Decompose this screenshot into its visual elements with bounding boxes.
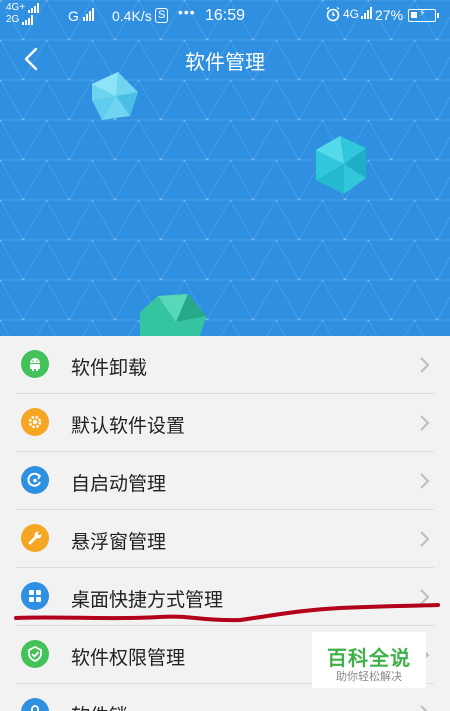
menu-item-floating-window[interactable]: 悬浮窗管理 [0, 510, 450, 568]
chevron-right-icon [420, 415, 430, 431]
network-4g: 4G [343, 7, 373, 21]
menu-item-label: 软件权限管理 [71, 648, 186, 669]
chevron-right-icon [420, 589, 430, 605]
battery-percent: 27% [375, 7, 404, 23]
menu-item-label: 软件锁 [71, 701, 128, 711]
more-dots-icon: ••• [178, 4, 196, 20]
signal-icon [22, 15, 34, 25]
network-indicator: 4G+ 2G [6, 2, 40, 26]
network-g-label: G [68, 8, 79, 24]
chevron-right-icon [420, 473, 430, 489]
shield-icon [21, 640, 49, 668]
menu-item-label: 自启动管理 [71, 474, 167, 495]
chevron-right-icon [420, 357, 430, 373]
grid-icon [21, 582, 49, 610]
menu-item-app-lock[interactable]: 软件锁 [0, 684, 450, 711]
menu-item-default-apps[interactable]: 默认软件设置 [0, 394, 450, 452]
watermark-main: 百科全说 [327, 648, 411, 670]
clock: 16:59 [205, 7, 246, 24]
menu-item-label: 悬浮窗管理 [71, 532, 167, 553]
network-g: G [68, 8, 94, 24]
menu-item-label: 软件卸载 [71, 358, 148, 379]
lock-icon [21, 698, 49, 711]
menu-item-uninstall[interactable]: 软件卸载 [0, 336, 450, 394]
watermark-sub: 助你轻松解决 [336, 671, 402, 683]
signal-icon [361, 7, 373, 19]
android-icon [21, 350, 49, 378]
signal-icon [82, 8, 94, 21]
s-badge-icon: S [155, 8, 169, 23]
signal-icon [28, 3, 40, 13]
network-speed: 0.4K/s [112, 8, 152, 24]
title-bar: 软件管理 [0, 34, 450, 82]
chevron-right-icon [420, 531, 430, 547]
menu-item-desktop-shortcuts[interactable]: 桌面快捷方式管理 [0, 568, 450, 626]
network-label-bottom: 2G [6, 14, 20, 25]
page-title: 软件管理 [185, 52, 265, 74]
menu-item-label: 默认软件设置 [71, 416, 186, 437]
chevron-right-icon [420, 705, 428, 711]
menu-item-autostart[interactable]: 自启动管理 [0, 452, 450, 510]
battery-icon: ⚡ [408, 8, 439, 22]
network-label-top: 4G+ [6, 2, 26, 13]
watermark-logo: 百科全说 助你轻松解决 [312, 632, 426, 688]
menu-item-label: 桌面快捷方式管理 [71, 590, 224, 611]
status-bar: 4G+ 2G G 0.4K/s S ••• 16:59 4G 27% ⚡ [0, 0, 450, 34]
gear-icon [21, 408, 49, 436]
network-4g-label: 4G [343, 7, 360, 21]
alarm-icon [325, 6, 341, 25]
wrench-icon [21, 524, 49, 552]
hero-header: 4G+ 2G G 0.4K/s S ••• 16:59 4G 27% ⚡ 软件管… [0, 0, 450, 336]
power-cycle-icon [21, 466, 49, 494]
